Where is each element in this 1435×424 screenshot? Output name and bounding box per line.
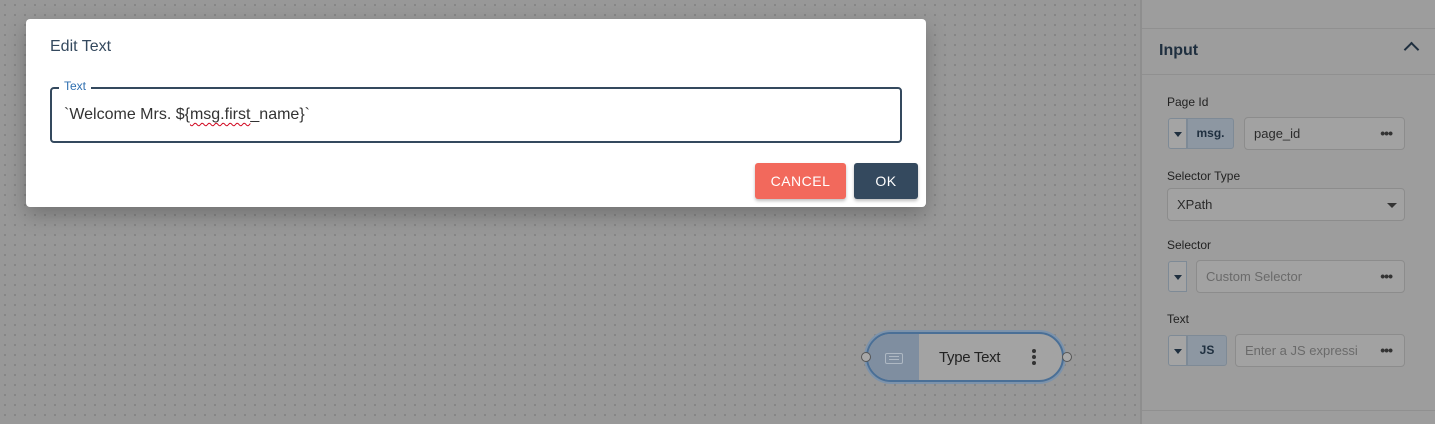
page-id-input[interactable]: page_id ••• [1244, 117, 1405, 150]
cancel-button[interactable]: CANCEL [755, 163, 846, 199]
more-icon[interactable]: ••• [1380, 335, 1393, 366]
page-id-value: page_id [1254, 126, 1301, 141]
selector-label: Selector [1167, 238, 1212, 252]
node-icon-area [868, 334, 919, 380]
value-suffix: _name}` [250, 106, 310, 123]
caret-down-icon [1387, 203, 1397, 208]
value-prefix: `Welcome Mrs. ${ [64, 106, 190, 123]
text-type-dropdown[interactable] [1168, 335, 1187, 366]
selector-type-select[interactable]: XPath [1167, 188, 1405, 221]
node-label: Type Text [939, 349, 1001, 366]
section-title: Input [1159, 42, 1199, 59]
selector-input[interactable]: Custom Selector ••• [1196, 260, 1405, 293]
text-type-tag: JS [1187, 335, 1227, 366]
dialog-title: Edit Text [50, 38, 112, 55]
page-id-label: Page Id [1167, 95, 1209, 109]
more-icon[interactable]: ••• [1380, 118, 1393, 149]
more-icon[interactable]: ••• [1380, 261, 1393, 292]
ok-button[interactable]: OK [854, 163, 918, 199]
chevron-up-icon[interactable] [1403, 41, 1420, 58]
panel-divider [1142, 410, 1435, 411]
selector-type-label: Selector Type [1167, 169, 1241, 183]
selector-type-value: XPath [1177, 197, 1213, 212]
keyboard-icon [885, 353, 903, 364]
text-input[interactable]: Enter a JS expressi ••• [1235, 334, 1405, 367]
panel-top-strip [1142, 0, 1435, 29]
text-field-value[interactable]: `Welcome Mrs. ${msg.first_name}` [64, 106, 310, 124]
page-id-type-tag: msg. [1187, 118, 1234, 149]
text-placeholder: Enter a JS expressi [1245, 343, 1358, 358]
selector-type-dropdown[interactable] [1168, 261, 1187, 292]
type-text-node[interactable]: Type Text [866, 332, 1064, 382]
text-label: Text [1167, 312, 1190, 326]
properties-panel: Input Page Id msg. page_id ••• Selector … [1140, 0, 1435, 424]
node-menu-icon[interactable] [1032, 349, 1036, 367]
node-input-port[interactable] [861, 352, 871, 362]
page-id-type-dropdown[interactable] [1168, 118, 1187, 149]
input-section-header[interactable]: Input [1142, 28, 1435, 75]
node-output-port[interactable] [1062, 352, 1072, 362]
text-field-label: Text [59, 79, 92, 93]
edit-text-dialog: Edit Text Text `Welcome Mrs. ${msg.first… [26, 19, 926, 207]
selector-placeholder: Custom Selector [1206, 269, 1303, 284]
value-misspelled: msg.first [189, 106, 251, 123]
